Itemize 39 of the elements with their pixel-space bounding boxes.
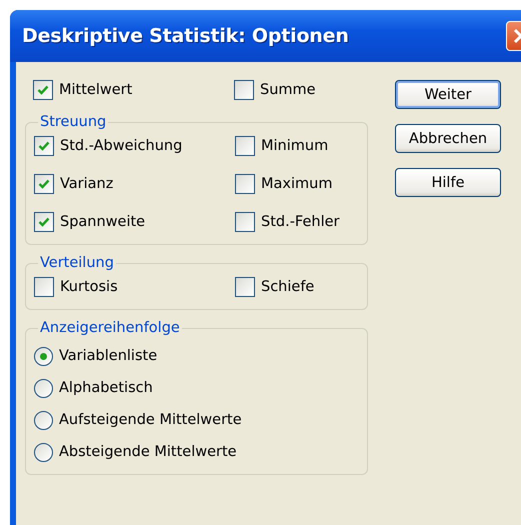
- window-title: Deskriptive Statistik: Optionen: [22, 25, 349, 47]
- dialog-button[interactable]: Weiter: [395, 80, 501, 109]
- checkmark-icon: [38, 178, 50, 190]
- group-title: Verteilung: [39, 255, 115, 271]
- checkbox[interactable]: [34, 277, 54, 297]
- checkbox[interactable]: [235, 136, 255, 156]
- checkbox[interactable]: [235, 174, 255, 194]
- checkbox-label: Minimum: [261, 138, 328, 154]
- radio-button[interactable]: [34, 346, 53, 366]
- checkbox-label: Mittelwert: [59, 82, 132, 98]
- radio-button[interactable]: [34, 442, 53, 462]
- radio-label: Absteigende Mittelwerte: [59, 444, 237, 460]
- checkbox[interactable]: [33, 80, 53, 100]
- radio-label: Alphabetisch: [59, 380, 153, 396]
- radio-label: Variablenliste: [59, 348, 158, 364]
- checkbox-label: Maximum: [261, 176, 332, 192]
- checkmark-icon: [37, 84, 49, 96]
- checkbox-label: Summe: [260, 82, 316, 98]
- checkbox[interactable]: [235, 277, 255, 297]
- checkbox[interactable]: [34, 136, 54, 156]
- dialog-button[interactable]: Hilfe: [395, 168, 501, 197]
- radio-label: Aufsteigende Mittelwerte: [59, 412, 242, 428]
- checkbox-label: Spannweite: [60, 214, 146, 230]
- checkbox[interactable]: [235, 212, 255, 232]
- checkbox-label: Schiefe: [261, 279, 314, 295]
- checkbox[interactable]: [34, 212, 54, 232]
- checkbox[interactable]: [34, 174, 54, 194]
- dialog-button[interactable]: Abbrechen: [395, 124, 501, 153]
- group-title: Streuung: [39, 114, 108, 130]
- checkbox-label: Kurtosis: [60, 279, 118, 295]
- radio-button[interactable]: [34, 378, 53, 398]
- group-title: Anzeigereihenfolge: [39, 320, 181, 336]
- checkmark-icon: [38, 216, 50, 228]
- checkbox[interactable]: [234, 80, 254, 100]
- checkbox-label: Std.-Abweichung: [60, 138, 182, 154]
- checkbox-label: Varianz: [60, 176, 114, 192]
- radio-button[interactable]: [34, 410, 53, 430]
- checkmark-icon: [38, 140, 50, 152]
- checkbox-label: Std.-Fehler: [261, 214, 340, 230]
